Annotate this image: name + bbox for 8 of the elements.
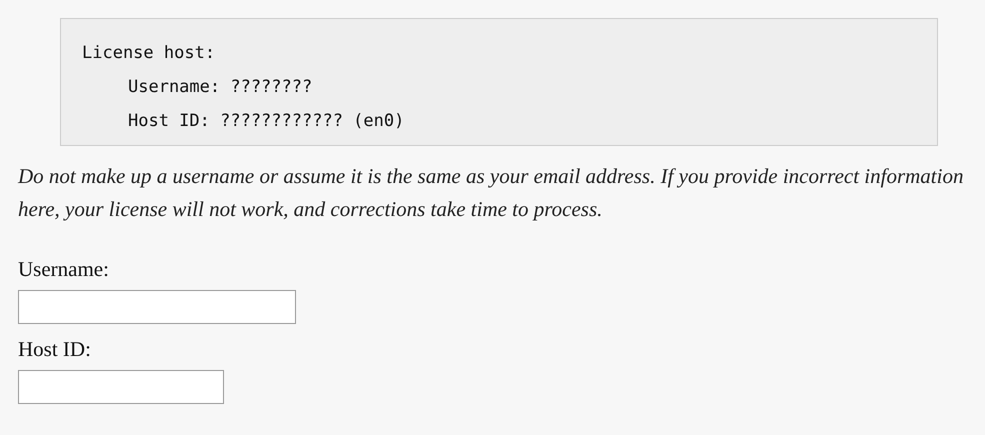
warning-text: Do not make up a username or assume it is the same as your email address. If you provide incorrect information here, your license will not work, and corrections take time to process. [18,163,964,223]
code-line: Username: ???????? [128,77,312,97]
input-field[interactable] [18,290,296,324]
field-label: Host ID: [18,336,91,362]
field-label: Username: [18,256,109,282]
code-line: License host: [82,43,216,63]
code-line: Host ID: ???????????? (en0) [128,111,404,131]
input-field[interactable] [18,370,224,404]
